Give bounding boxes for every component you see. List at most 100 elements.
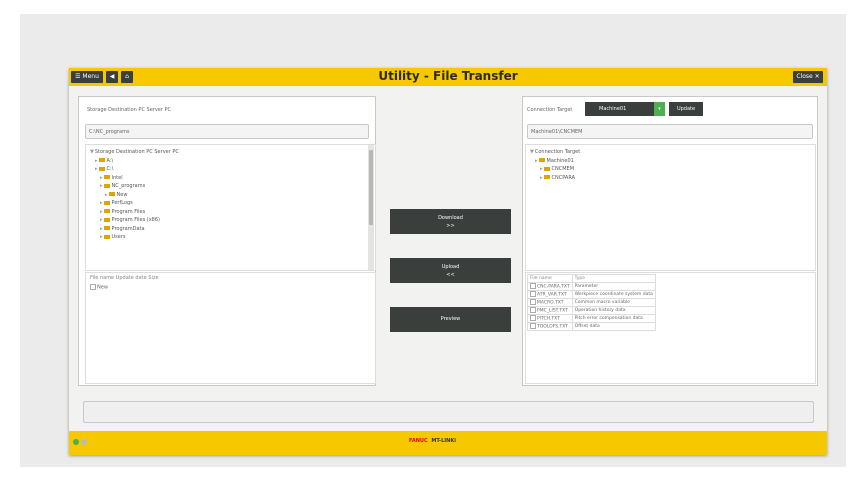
upload-button[interactable]: Upload << (390, 258, 511, 283)
expand-arrow-icon[interactable]: ▸ (100, 175, 103, 181)
table-row[interactable]: PMC_LIST.TXT Operation history data (527, 306, 656, 315)
left-tree-label: A:\ (106, 157, 114, 164)
connection-target-select[interactable]: Machine01 ▾ (585, 102, 665, 116)
table-cell: Workpiece coordinate system data (571, 290, 656, 299)
left-tree-scrollbar[interactable] (368, 145, 374, 270)
table-row[interactable]: PITCH.TXT Pitch error compensation data (527, 314, 656, 323)
expand-arrow-icon[interactable]: ▼ (90, 149, 94, 155)
table-cell: Offset data (571, 322, 656, 331)
expand-arrow-icon[interactable]: ▸ (95, 158, 98, 164)
left-file-item[interactable]: New (90, 284, 108, 291)
table-header-row: File name Type (527, 274, 656, 283)
download-button[interactable]: Download >> (390, 209, 511, 234)
folder-icon (103, 183, 110, 188)
left-tree-item[interactable]: ▸ ProgramData (90, 225, 179, 234)
chevron-down-icon: ▾ (654, 102, 665, 116)
right-folder-tree: ▼Connection Target ▸ Machine01 ▸ CNCMEM ▸ CNCP… (530, 148, 580, 182)
right-tree-item[interactable]: ▼Connection Target (530, 148, 580, 157)
table-cell: MACRO.TXT (527, 298, 573, 307)
close-label: Close (796, 73, 813, 80)
table-row[interactable]: TOOLOFS.TXT Offset data (527, 322, 656, 331)
close-icon: ✕ (814, 73, 820, 80)
table-cell-text: PITCH.TXT (537, 316, 560, 322)
expand-arrow-icon[interactable]: ▸ (95, 166, 98, 172)
expand-arrow-icon[interactable]: ▸ (540, 166, 543, 172)
table-cell-text: CNC-PARA.TXT (537, 284, 570, 290)
file-checkbox[interactable] (90, 284, 96, 290)
left-tree-item[interactable]: ▸ New (90, 191, 179, 200)
left-path-field[interactable]: C:\NC_programs (85, 124, 369, 139)
expand-arrow-icon[interactable]: ▸ (100, 217, 103, 223)
right-tree-label: Connection Target (534, 149, 581, 155)
table-cell: CNC-PARA.TXT (527, 282, 573, 291)
right-tree-label: CNCMEM (551, 166, 575, 172)
left-file-name: New (97, 284, 108, 291)
folder-icon (103, 200, 110, 205)
left-tree-item[interactable]: ▸ A:\ (90, 157, 179, 166)
table-cell: TOOLOFS.TXT (527, 322, 573, 331)
right-path-text: Machine01\CNCMEM (531, 129, 583, 135)
row-checkbox[interactable] (530, 291, 536, 298)
left-tree-item[interactable]: ▼Storage Destination PC Server PC (90, 148, 179, 157)
row-checkbox[interactable] (530, 283, 536, 290)
left-tree-scroll-thumb[interactable] (369, 150, 373, 225)
footer-bar: FANUC MT-LINKi (69, 431, 827, 455)
left-tree-item[interactable]: ▸ C:\ (90, 165, 179, 174)
folder-icon (98, 158, 105, 162)
table-cell-text: Pitch error compensation data (574, 316, 643, 321)
expand-arrow-icon[interactable]: ▸ (105, 192, 108, 198)
table-cell: Common macro variable (571, 298, 656, 307)
folder-icon (103, 175, 110, 179)
right-file-table-panel: File name Type CNC-PARA.TXT Parameter ATR_VA… (525, 272, 816, 384)
folder-icon (98, 166, 105, 171)
folder-icon (103, 217, 110, 222)
settings-icon[interactable] (81, 439, 87, 445)
left-tree-item[interactable]: ▸ Program Files (x86) (90, 216, 179, 225)
expand-arrow-icon[interactable]: ▸ (100, 200, 103, 206)
table-cell-text: ATR_VAR.TXT (537, 292, 567, 298)
preview-button[interactable]: Preview (390, 307, 511, 332)
left-heading: Storage Destination PC Server PC (87, 107, 172, 113)
right-path-field[interactable]: Machine01\CNCMEM (527, 124, 813, 139)
right-tree-item[interactable]: ▸ CNCMEM (530, 165, 580, 174)
left-tree-item[interactable]: ▸ PerfLogs (90, 199, 179, 208)
update-button[interactable]: Update (669, 102, 703, 116)
expand-arrow-icon[interactable]: ▸ (100, 183, 103, 189)
table-row[interactable]: MACRO.TXT Common macro variable (527, 298, 656, 307)
close-button[interactable]: Close ✕ (793, 71, 823, 83)
table-header-cell: File name (527, 274, 573, 283)
right-tree-item[interactable]: ▸ CNCPARA (530, 174, 580, 183)
table-cell: ATR_VAR.TXT (527, 290, 573, 299)
table-cell-text: Operation history data (574, 308, 626, 313)
connection-status-icon (73, 439, 79, 445)
row-checkbox[interactable] (530, 299, 536, 306)
left-tree-item[interactable]: ▸ NC_programs (90, 182, 179, 191)
table-cell: Parameter (571, 282, 656, 291)
row-checkbox[interactable] (530, 323, 536, 330)
expand-arrow-icon[interactable]: ▼ (530, 149, 534, 155)
page-title: Utility - File Transfer (378, 69, 518, 83)
expand-arrow-icon[interactable]: ▸ (100, 234, 103, 240)
expand-arrow-icon[interactable]: ▸ (540, 175, 543, 181)
row-checkbox[interactable] (530, 307, 536, 314)
right-tree-label: CNCPARA (551, 174, 576, 181)
left-tree-label: NC_programs (111, 183, 146, 189)
left-panel: Storage Destination PC Server PC C:\NC_p… (78, 96, 376, 386)
right-tree-item[interactable]: ▸ Machine01 (530, 157, 580, 166)
table-cell-text: Common macro variable (574, 300, 631, 305)
table-cell: Operation history data (571, 306, 656, 315)
footer-status: MT-LINKi (431, 438, 456, 444)
expand-arrow-icon[interactable]: ▸ (535, 158, 538, 164)
expand-arrow-icon[interactable]: ▸ (100, 209, 103, 215)
download-arrow-icon: >> (446, 223, 455, 229)
table-row[interactable]: CNC-PARA.TXT Parameter (527, 282, 656, 291)
left-tree-item[interactable]: ▸ Intel (90, 174, 179, 183)
left-tree-item[interactable]: ▸ Program Files (90, 208, 179, 217)
row-checkbox[interactable] (530, 315, 536, 322)
table-row[interactable]: ATR_VAR.TXT Workpiece coordinate system d… (527, 290, 656, 299)
upload-arrow-icon: << (446, 272, 455, 278)
expand-arrow-icon[interactable]: ▸ (100, 226, 103, 232)
left-tree-item[interactable]: ▸ Users (90, 233, 179, 242)
right-panel: Connection Target Machine01 ▾ Update Mac… (522, 96, 818, 386)
table-cell-text: MACRO.TXT (537, 300, 564, 306)
